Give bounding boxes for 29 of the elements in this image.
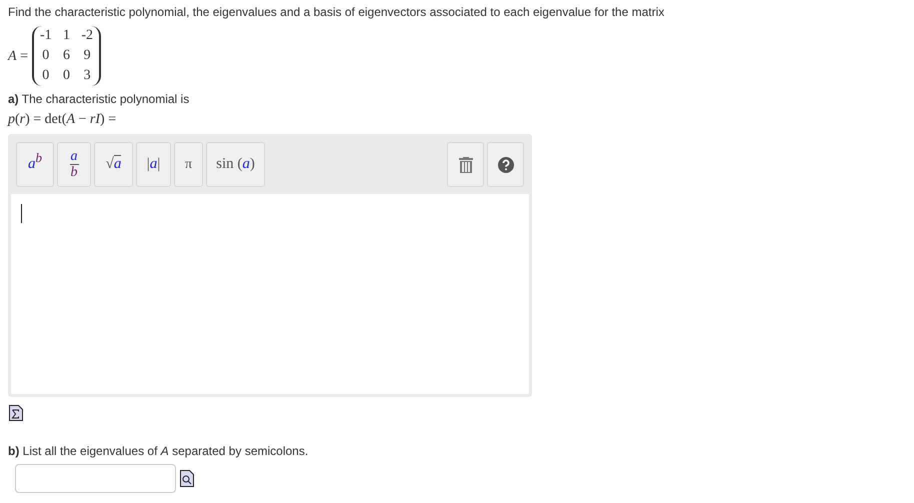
trash-icon (458, 156, 472, 172)
matrix-entry: 0 (62, 67, 71, 85)
help-icon (498, 156, 514, 172)
math-button[interactable]: √a (94, 142, 133, 187)
matrix-entry: 0 (41, 47, 50, 65)
eigenvalues-input[interactable] (15, 464, 176, 493)
matrix-entry: -2 (81, 27, 93, 45)
preview-document-icon[interactable] (180, 470, 194, 487)
math-button[interactable]: sin (a) (206, 142, 265, 187)
part-b-prompt: b) List all the eigenvalues of A separated by semicolons. (8, 443, 310, 459)
sigma-document-icon[interactable] (9, 405, 23, 421)
matrix-entry: 9 (82, 47, 92, 65)
text-cursor (21, 204, 22, 223)
question-text: Find the characteristic polynomial, the eigenvalues and a basis of eigenvectors associated to each eigenvalue for the matrix (8, 4, 666, 20)
trash-button[interactable] (447, 142, 484, 187)
matrix-entry: 1 (62, 27, 71, 45)
formula: p(r) = det(A − rI) = (8, 111, 118, 129)
math-button[interactable]: a$^{b}$ (16, 142, 54, 187)
answer-field[interactable] (11, 194, 529, 394)
matrix-entry: -1 (40, 27, 52, 45)
math-button[interactable]: π (174, 142, 203, 187)
matrix-entry: 3 (82, 67, 92, 85)
matrix-label: A = (8, 48, 28, 66)
math-button[interactable]: |a| (136, 142, 171, 187)
matrix-entry: 0 (41, 67, 50, 85)
part-a-prompt: a) The characteristic polynomial is (8, 91, 190, 107)
help-button[interactable] (487, 142, 524, 187)
matrix-entry: 6 (62, 47, 71, 65)
math-button[interactable]: a b (57, 142, 91, 187)
